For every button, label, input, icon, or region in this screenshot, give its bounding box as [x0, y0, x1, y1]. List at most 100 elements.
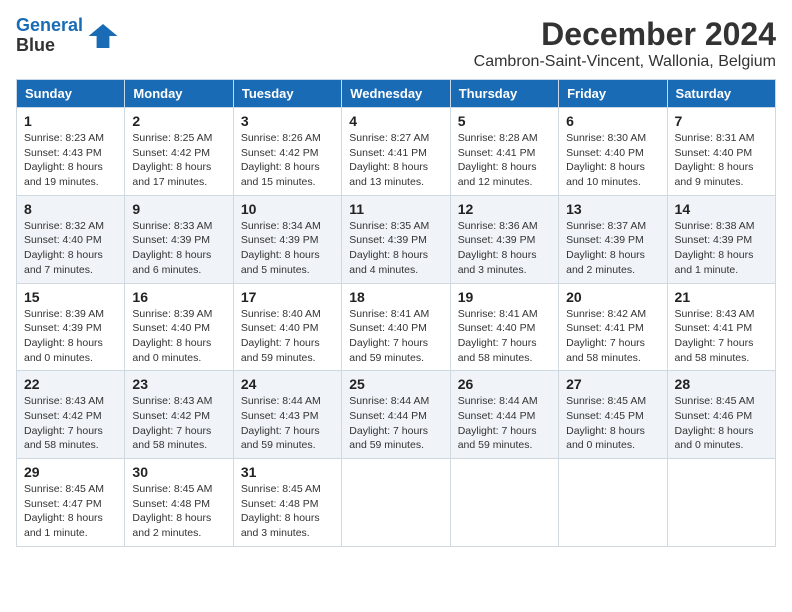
- day-number: 24: [241, 376, 334, 392]
- calendar-cell: 4 Sunrise: 8:27 AMSunset: 4:41 PMDaylight…: [342, 108, 450, 196]
- day-number: 26: [458, 376, 551, 392]
- day-info: Sunrise: 8:44 AMSunset: 4:43 PMDaylight:…: [241, 394, 334, 453]
- calendar-cell: 2 Sunrise: 8:25 AMSunset: 4:42 PMDaylight…: [125, 108, 233, 196]
- calendar-cell: 1 Sunrise: 8:23 AMSunset: 4:43 PMDaylight…: [17, 108, 125, 196]
- column-header-sunday: Sunday: [17, 80, 125, 108]
- calendar-cell: [450, 459, 558, 547]
- day-info: Sunrise: 8:23 AMSunset: 4:43 PMDaylight:…: [24, 131, 117, 190]
- day-number: 19: [458, 289, 551, 305]
- calendar-cell: 31Sunrise: 8:45 AMSunset: 4:48 PMDayligh…: [233, 459, 341, 547]
- calendar-week-row: 29 Sunrise: 8:45 AMSunset: 4:47 PMDayligh…: [17, 459, 776, 547]
- day-number: 8: [24, 201, 117, 217]
- day-number: 23: [132, 376, 225, 392]
- day-info: Sunrise: 8:33 AMSunset: 4:39 PMDaylight:…: [132, 219, 225, 278]
- day-number: 16: [132, 289, 225, 305]
- day-number: 3: [241, 113, 334, 129]
- page-header: GeneralBlue December 2024 Cambron-Saint-…: [16, 16, 776, 71]
- calendar-cell: 10Sunrise: 8:34 AMSunset: 4:39 PMDayligh…: [233, 195, 341, 283]
- calendar-week-row: 8Sunrise: 8:32 AMSunset: 4:40 PMDaylight…: [17, 195, 776, 283]
- calendar-cell: 26 Sunrise: 8:44 AMSunset: 4:44 PMDayligh…: [450, 371, 558, 459]
- day-number: 2: [132, 113, 225, 129]
- day-info: Sunrise: 8:26 AMSunset: 4:42 PMDaylight:…: [241, 131, 334, 190]
- calendar-cell: 15 Sunrise: 8:39 AMSunset: 4:39 PMDayligh…: [17, 283, 125, 371]
- calendar-cell: 7 Sunrise: 8:31 AMSunset: 4:40 PMDaylight…: [667, 108, 775, 196]
- day-info: Sunrise: 8:30 AMSunset: 4:40 PMDaylight:…: [566, 131, 659, 190]
- day-number: 22: [24, 376, 117, 392]
- column-header-saturday: Saturday: [667, 80, 775, 108]
- calendar-week-row: 1 Sunrise: 8:23 AMSunset: 4:43 PMDaylight…: [17, 108, 776, 196]
- calendar-header-row: SundayMondayTuesdayWednesdayThursdayFrid…: [17, 80, 776, 108]
- month-title: December 2024: [474, 16, 776, 53]
- day-number: 25: [349, 376, 442, 392]
- column-header-wednesday: Wednesday: [342, 80, 450, 108]
- day-info: Sunrise: 8:43 AMSunset: 4:42 PMDaylight:…: [132, 394, 225, 453]
- calendar-cell: 27 Sunrise: 8:45 AMSunset: 4:45 PMDayligh…: [559, 371, 667, 459]
- day-info: Sunrise: 8:43 AMSunset: 4:41 PMDaylight:…: [675, 307, 768, 366]
- day-number: 17: [241, 289, 334, 305]
- day-info: Sunrise: 8:45 AMSunset: 4:47 PMDaylight:…: [24, 482, 117, 541]
- day-number: 30: [132, 464, 225, 480]
- day-number: 1: [24, 113, 117, 129]
- day-number: 20: [566, 289, 659, 305]
- day-number: 15: [24, 289, 117, 305]
- calendar-cell: 18Sunrise: 8:41 AMSunset: 4:40 PMDayligh…: [342, 283, 450, 371]
- day-number: 29: [24, 464, 117, 480]
- logo-text: GeneralBlue: [16, 16, 83, 56]
- day-info: Sunrise: 8:45 AMSunset: 4:48 PMDaylight:…: [132, 482, 225, 541]
- calendar-cell: [559, 459, 667, 547]
- day-info: Sunrise: 8:45 AMSunset: 4:48 PMDaylight:…: [241, 482, 334, 541]
- day-info: Sunrise: 8:39 AMSunset: 4:39 PMDaylight:…: [24, 307, 117, 366]
- column-header-monday: Monday: [125, 80, 233, 108]
- day-info: Sunrise: 8:34 AMSunset: 4:39 PMDaylight:…: [241, 219, 334, 278]
- calendar-week-row: 22 Sunrise: 8:43 AMSunset: 4:42 PMDayligh…: [17, 371, 776, 459]
- day-number: 21: [675, 289, 768, 305]
- day-info: Sunrise: 8:42 AMSunset: 4:41 PMDaylight:…: [566, 307, 659, 366]
- day-info: Sunrise: 8:38 AMSunset: 4:39 PMDaylight:…: [675, 219, 768, 278]
- calendar-cell: 19Sunrise: 8:41 AMSunset: 4:40 PMDayligh…: [450, 283, 558, 371]
- day-number: 18: [349, 289, 442, 305]
- calendar-cell: 9Sunrise: 8:33 AMSunset: 4:39 PMDaylight…: [125, 195, 233, 283]
- calendar-cell: 14 Sunrise: 8:38 AMSunset: 4:39 PMDayligh…: [667, 195, 775, 283]
- calendar-cell: 20 Sunrise: 8:42 AMSunset: 4:41 PMDayligh…: [559, 283, 667, 371]
- calendar-cell: 11 Sunrise: 8:35 AMSunset: 4:39 PMDayligh…: [342, 195, 450, 283]
- calendar-cell: 5Sunrise: 8:28 AMSunset: 4:41 PMDaylight…: [450, 108, 558, 196]
- day-info: Sunrise: 8:31 AMSunset: 4:40 PMDaylight:…: [675, 131, 768, 190]
- title-block: December 2024 Cambron-Saint-Vincent, Wal…: [474, 16, 776, 71]
- day-info: Sunrise: 8:27 AMSunset: 4:41 PMDaylight:…: [349, 131, 442, 190]
- day-info: Sunrise: 8:40 AMSunset: 4:40 PMDaylight:…: [241, 307, 334, 366]
- calendar-cell: [667, 459, 775, 547]
- calendar-cell: 24 Sunrise: 8:44 AMSunset: 4:43 PMDayligh…: [233, 371, 341, 459]
- day-number: 4: [349, 113, 442, 129]
- day-info: Sunrise: 8:44 AMSunset: 4:44 PMDaylight:…: [458, 394, 551, 453]
- calendar-cell: 30 Sunrise: 8:45 AMSunset: 4:48 PMDayligh…: [125, 459, 233, 547]
- day-number: 27: [566, 376, 659, 392]
- logo-icon: [87, 20, 119, 52]
- calendar-cell: 29 Sunrise: 8:45 AMSunset: 4:47 PMDayligh…: [17, 459, 125, 547]
- day-number: 14: [675, 201, 768, 217]
- day-info: Sunrise: 8:43 AMSunset: 4:42 PMDaylight:…: [24, 394, 117, 453]
- calendar-cell: 6Sunrise: 8:30 AMSunset: 4:40 PMDaylight…: [559, 108, 667, 196]
- day-info: Sunrise: 8:36 AMSunset: 4:39 PMDaylight:…: [458, 219, 551, 278]
- day-number: 7: [675, 113, 768, 129]
- logo: GeneralBlue: [16, 16, 119, 56]
- day-number: 28: [675, 376, 768, 392]
- day-info: Sunrise: 8:28 AMSunset: 4:41 PMDaylight:…: [458, 131, 551, 190]
- day-info: Sunrise: 8:37 AMSunset: 4:39 PMDaylight:…: [566, 219, 659, 278]
- day-info: Sunrise: 8:39 AMSunset: 4:40 PMDaylight:…: [132, 307, 225, 366]
- day-number: 11: [349, 201, 442, 217]
- calendar-cell: 23 Sunrise: 8:43 AMSunset: 4:42 PMDayligh…: [125, 371, 233, 459]
- column-header-tuesday: Tuesday: [233, 80, 341, 108]
- column-header-friday: Friday: [559, 80, 667, 108]
- day-info: Sunrise: 8:25 AMSunset: 4:42 PMDaylight:…: [132, 131, 225, 190]
- calendar-cell: 12 Sunrise: 8:36 AMSunset: 4:39 PMDayligh…: [450, 195, 558, 283]
- calendar-cell: [342, 459, 450, 547]
- calendar-cell: 3 Sunrise: 8:26 AMSunset: 4:42 PMDaylight…: [233, 108, 341, 196]
- calendar-cell: 16 Sunrise: 8:39 AMSunset: 4:40 PMDayligh…: [125, 283, 233, 371]
- day-number: 13: [566, 201, 659, 217]
- day-number: 12: [458, 201, 551, 217]
- day-info: Sunrise: 8:45 AMSunset: 4:45 PMDaylight:…: [566, 394, 659, 453]
- calendar-cell: 22 Sunrise: 8:43 AMSunset: 4:42 PMDayligh…: [17, 371, 125, 459]
- day-info: Sunrise: 8:35 AMSunset: 4:39 PMDaylight:…: [349, 219, 442, 278]
- calendar-cell: 13 Sunrise: 8:37 AMSunset: 4:39 PMDayligh…: [559, 195, 667, 283]
- calendar-table: SundayMondayTuesdayWednesdayThursdayFrid…: [16, 79, 776, 547]
